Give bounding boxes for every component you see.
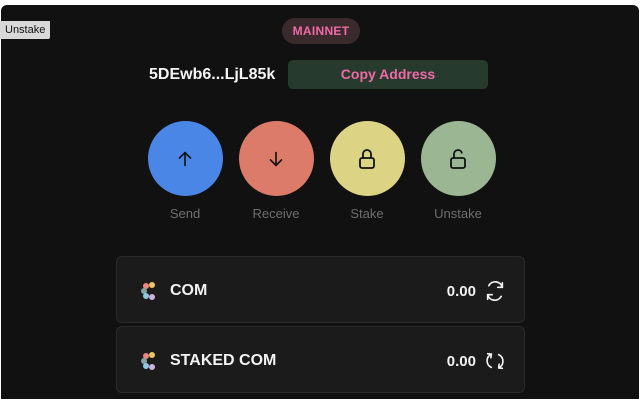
unstake-button[interactable]: Unstake	[420, 121, 496, 222]
send-label: Send	[169, 206, 201, 221]
send-button[interactable]: Send	[147, 121, 223, 222]
arrow-down-icon	[269, 151, 283, 166]
token-logo-icon	[141, 282, 155, 300]
receive-circle[interactable]	[238, 121, 314, 196]
page-frame: Unstake MAINNET 5DEwb6...LjL85k Copy Add…	[0, 0, 640, 400]
wallet-address: 5DEwb6...LjL85k	[149, 66, 276, 83]
stake-circle[interactable]	[329, 121, 405, 196]
wallet-popup: MAINNET 5DEwb6...LjL85k Copy Address Sen…	[1, 5, 639, 399]
send-circle[interactable]	[147, 121, 223, 196]
network-badge[interactable]: MAINNET	[282, 18, 360, 44]
token-name: STAKED COM	[170, 352, 277, 369]
token-amount: 0.00	[446, 353, 476, 370]
unstake-circle[interactable]	[420, 121, 496, 196]
arrow-up-icon	[178, 151, 192, 166]
receive-label: Receive	[252, 206, 300, 221]
balance-card-com[interactable]: COM 0.00	[116, 256, 525, 323]
copy-address-button[interactable]: Copy Address	[288, 60, 488, 89]
token-name: COM	[170, 282, 208, 299]
lock-icon	[359, 148, 375, 169]
token-amount: 0.00	[446, 283, 476, 300]
refresh-icon[interactable]	[484, 280, 506, 302]
token-logo-icon	[141, 352, 155, 370]
stake-label: Stake	[350, 206, 384, 221]
unlock-icon	[450, 148, 466, 169]
balance-card-staked-com[interactable]: STAKED COM 0.00	[116, 326, 525, 393]
receive-button[interactable]: Receive	[238, 121, 314, 222]
unstake-label: Unstake	[434, 206, 482, 221]
stake-button[interactable]: Stake	[329, 121, 405, 222]
tooltip: Unstake	[0, 21, 51, 39]
sync-icon[interactable]	[484, 350, 506, 372]
